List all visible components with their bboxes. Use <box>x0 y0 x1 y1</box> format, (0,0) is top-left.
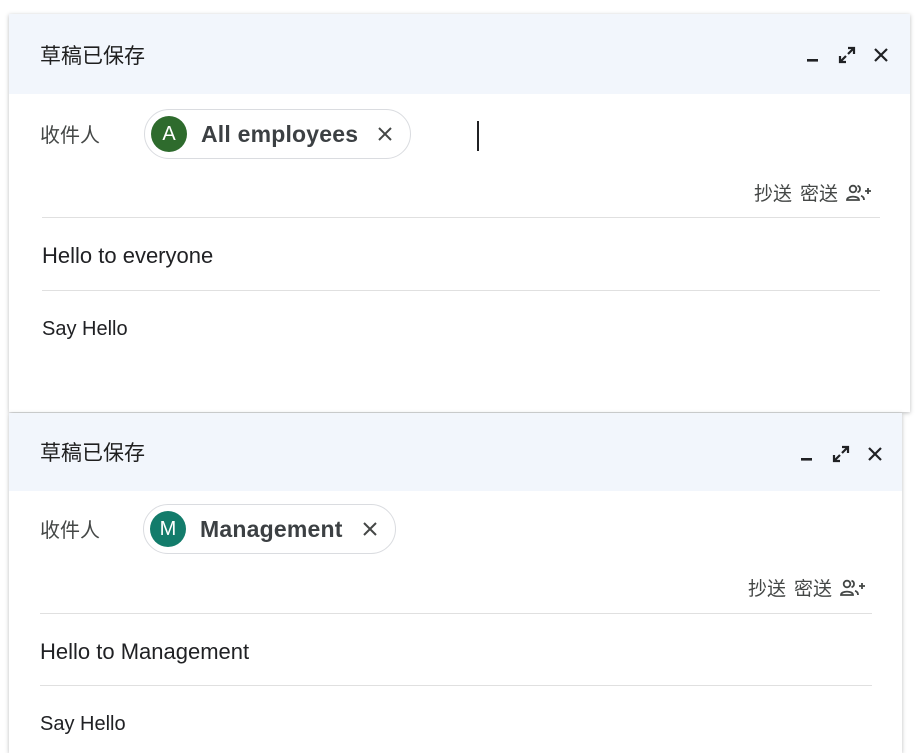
cc-bcc-links: 抄送 密送 <box>748 574 866 601</box>
recipient-chip[interactable]: M Management <box>143 504 396 554</box>
subject-field[interactable]: Hello to Management <box>40 639 249 665</box>
minimize-icon[interactable] <box>802 44 824 66</box>
divider <box>40 685 872 686</box>
message-body[interactable]: Say Hello <box>42 318 128 341</box>
close-icon[interactable] <box>374 123 396 145</box>
message-body[interactable]: Say Hello <box>40 713 126 736</box>
to-field[interactable]: 收件人 A All employees <box>40 109 880 164</box>
cc-link[interactable]: 抄送 <box>748 574 786 601</box>
recipient-name: Management <box>200 515 343 542</box>
compose-title: 草稿已保存 <box>40 44 145 68</box>
bcc-link[interactable]: 密送 <box>800 179 838 206</box>
avatar: M <box>150 511 186 547</box>
minimize-icon[interactable] <box>796 443 818 465</box>
subject-field[interactable]: Hello to everyone <box>42 243 213 269</box>
to-field[interactable]: 收件人 M Management <box>40 504 872 559</box>
divider <box>42 217 880 218</box>
text-cursor <box>477 121 479 151</box>
divider <box>42 290 880 291</box>
bcc-link[interactable]: 密送 <box>794 574 832 601</box>
to-label: 收件人 <box>40 123 100 147</box>
compose-title: 草稿已保存 <box>40 441 145 465</box>
close-icon[interactable] <box>359 518 381 540</box>
close-icon[interactable] <box>870 44 892 66</box>
recipient-chip[interactable]: A All employees <box>144 109 412 159</box>
cc-link[interactable]: 抄送 <box>754 179 792 206</box>
divider <box>40 613 872 614</box>
expand-icon[interactable] <box>830 443 852 465</box>
compose-header[interactable]: 草稿已保存 <box>9 14 910 94</box>
recipient-name: All employees <box>201 120 359 147</box>
expand-icon[interactable] <box>836 44 858 66</box>
compose-window: 草稿已保存 收件人 M Management 抄送 密送 Hello to Ma… <box>9 413 902 753</box>
to-label: 收件人 <box>40 518 100 542</box>
compose-header[interactable]: 草稿已保存 <box>9 413 902 491</box>
close-icon[interactable] <box>864 443 886 465</box>
compose-window: 草稿已保存 收件人 A All employees 抄送 密送 Hello to… <box>9 14 910 412</box>
person-add-icon[interactable] <box>840 577 866 599</box>
avatar: A <box>151 116 187 152</box>
person-add-icon[interactable] <box>846 182 872 204</box>
cc-bcc-links: 抄送 密送 <box>754 179 872 206</box>
